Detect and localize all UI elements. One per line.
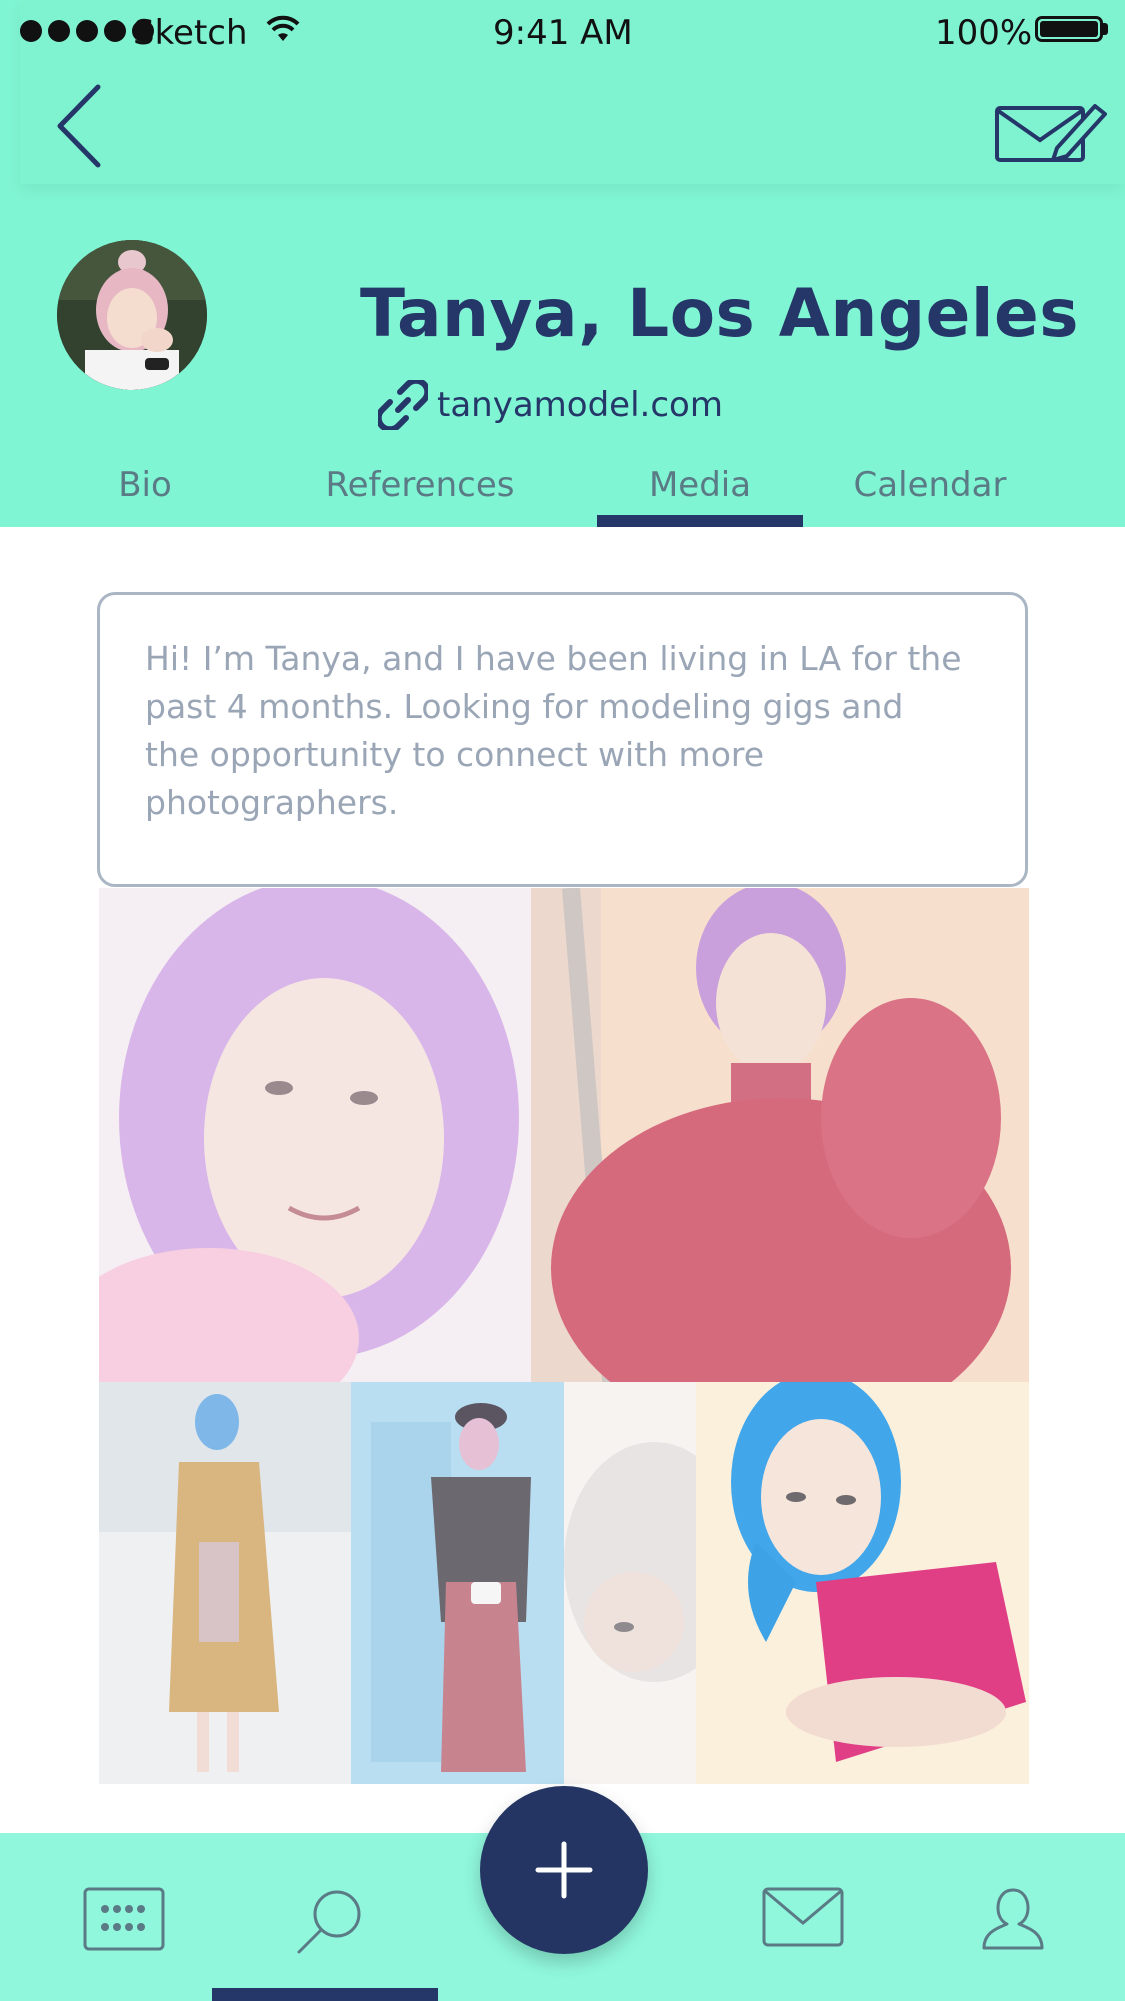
calendar-icon[interactable] xyxy=(83,1887,165,1951)
media-photo[interactable] xyxy=(351,1382,564,1784)
bottom-nav-selected-indicator xyxy=(212,1988,438,2001)
battery-icon xyxy=(1035,16,1108,42)
tab-media[interactable]: Media xyxy=(597,465,803,505)
tab-references[interactable]: References xyxy=(315,465,525,505)
media-photo[interactable] xyxy=(696,1382,1029,1784)
link-icon xyxy=(378,380,428,430)
tab-calendar[interactable]: Calendar xyxy=(840,465,1020,505)
avatar[interactable] xyxy=(57,240,207,390)
profile-icon[interactable] xyxy=(980,1886,1046,1952)
add-button[interactable] xyxy=(480,1786,648,1954)
profile-website-link[interactable]: tanyamodel.com xyxy=(437,385,723,425)
battery-percent: 100% xyxy=(935,13,1033,53)
mail-icon[interactable] xyxy=(762,1887,844,1947)
profile-name: Tanya, Los Angeles xyxy=(360,275,1080,352)
wifi-icon xyxy=(266,15,300,41)
compose-message-button[interactable] xyxy=(995,100,1107,164)
bio-card: Hi! I’m Tanya, and I have been living in… xyxy=(97,592,1028,887)
media-photo[interactable] xyxy=(99,1382,351,1784)
status-time: 9:41 AM xyxy=(493,13,633,53)
plus-icon xyxy=(535,1841,593,1899)
tab-selected-indicator xyxy=(597,515,803,527)
carrier-label: Sketch xyxy=(133,13,248,53)
media-photo[interactable] xyxy=(564,1382,696,1784)
status-bar: Sketch 9:41 AM 100% xyxy=(0,0,1125,70)
tab-bio[interactable]: Bio xyxy=(90,465,200,505)
media-photo[interactable] xyxy=(531,888,1029,1382)
back-button[interactable] xyxy=(52,83,104,169)
bio-text: Hi! I’m Tanya, and I have been living in… xyxy=(145,639,962,822)
search-icon[interactable] xyxy=(295,1886,365,1956)
media-photo[interactable] xyxy=(99,888,531,1382)
